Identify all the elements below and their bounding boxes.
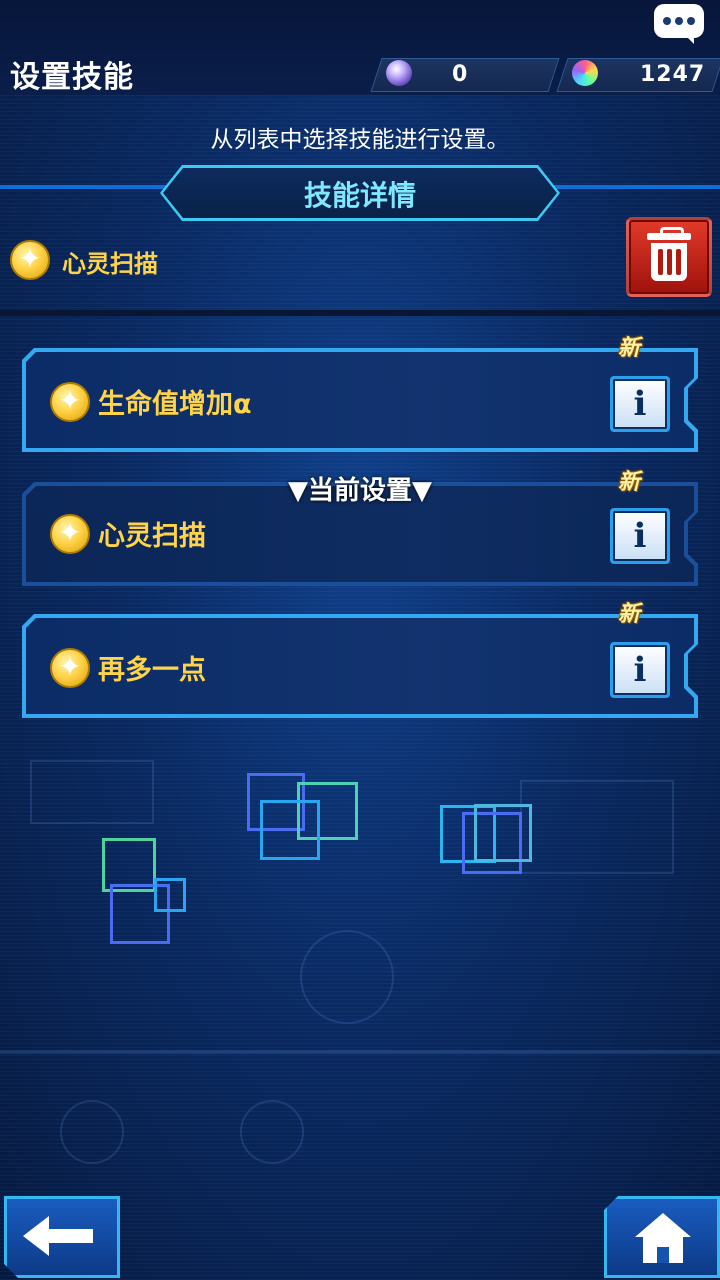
page-title: 设置技能 <box>10 60 134 95</box>
current-setting-label: ▼当前设置▼ <box>288 476 432 506</box>
bg-circuit-decoration <box>0 1050 720 1054</box>
info-button[interactable]: i <box>610 642 670 698</box>
star-coin-icon <box>50 648 90 688</box>
skill-name: 生命值增加α <box>98 389 252 420</box>
back-button[interactable] <box>4 1196 120 1278</box>
bg-circuit-decoration <box>60 1100 124 1164</box>
detail-banner-label: 技能详情 <box>303 179 416 212</box>
skill-name: 再多一点 <box>98 655 206 686</box>
info-icon: i <box>633 650 647 690</box>
info-button[interactable]: i <box>610 376 670 432</box>
star-coin-icon <box>10 240 50 280</box>
chat-bubble-icon[interactable] <box>654 4 704 44</box>
bg-circuit-decoration <box>300 930 394 1024</box>
rainbow-gem-icon <box>572 60 598 86</box>
new-badge: 新 <box>618 602 641 627</box>
skill-card[interactable]: 生命值增加α i 新 <box>22 336 698 452</box>
bg-circuit-decoration <box>520 780 674 874</box>
info-icon: i <box>633 516 647 556</box>
trash-icon <box>651 243 687 281</box>
decorative-square <box>260 800 320 860</box>
skill-card[interactable]: 再多一点 i 新 <box>22 602 698 718</box>
decorative-square <box>474 804 532 862</box>
home-button[interactable] <box>604 1196 720 1278</box>
decorative-square <box>154 878 186 912</box>
currency-a-value: 0 <box>452 62 469 87</box>
selected-skill-row: 心灵扫描 <box>0 228 720 298</box>
currency-b-value: 1247 <box>640 62 706 87</box>
bg-circuit-decoration <box>30 760 154 824</box>
new-badge: 新 <box>618 336 641 361</box>
orb-gem-icon <box>386 60 412 86</box>
info-icon: i <box>633 384 647 424</box>
star-coin-icon <box>50 514 90 554</box>
instruction-text: 从列表中选择技能进行设置。 <box>210 127 510 153</box>
star-coin-icon <box>50 382 90 422</box>
bg-circuit-decoration <box>240 1100 304 1164</box>
selected-skill-name: 心灵扫描 <box>62 250 158 278</box>
home-icon <box>635 1213 691 1237</box>
divider-line <box>0 310 720 316</box>
info-button[interactable]: i <box>610 508 670 564</box>
skill-name: 心灵扫描 <box>98 521 206 552</box>
delete-skill-button[interactable] <box>626 217 712 297</box>
